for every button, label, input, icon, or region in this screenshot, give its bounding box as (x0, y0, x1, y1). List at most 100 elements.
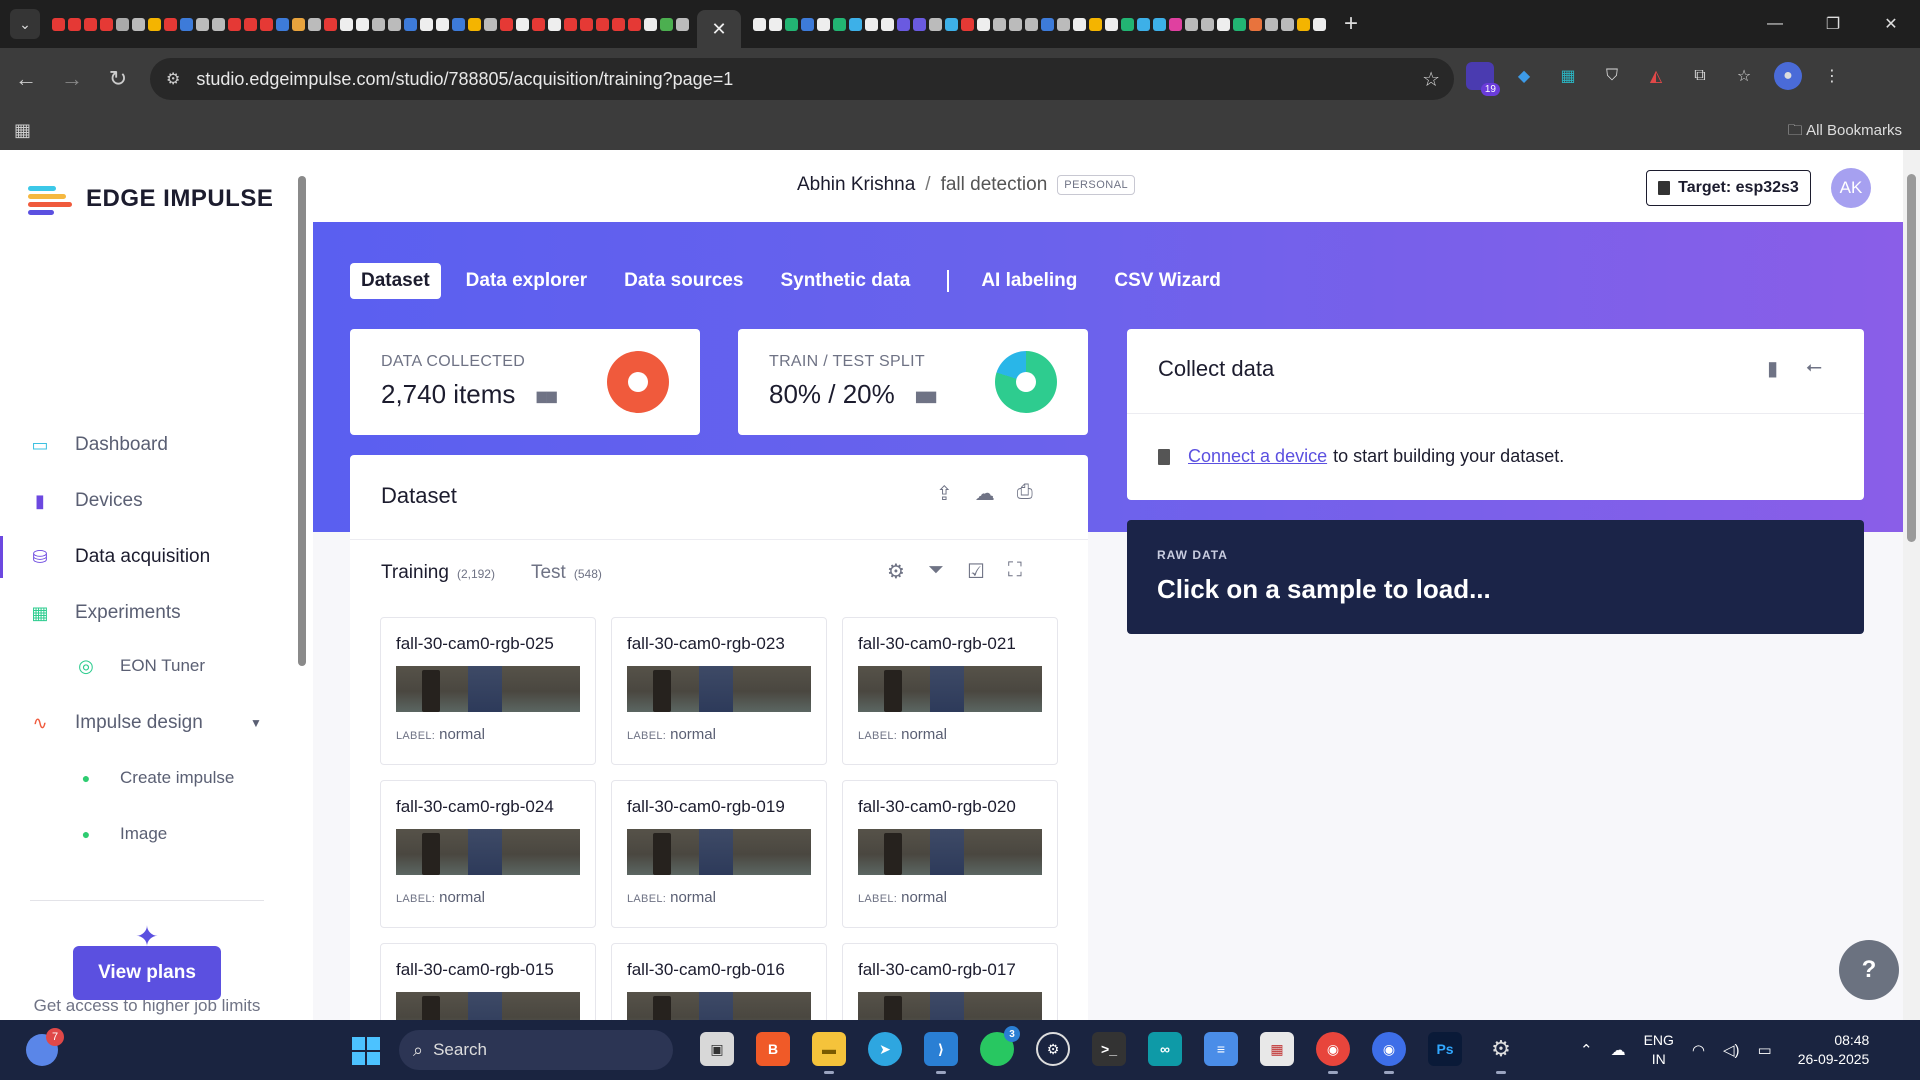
tab-favicon[interactable] (660, 17, 673, 31)
tab-data-sources[interactable]: Data sources (624, 270, 743, 292)
download-file-icon[interactable]: ⎙ (1017, 481, 1033, 506)
tab-favicon[interactable] (833, 17, 846, 31)
tab-favicon[interactable] (548, 17, 561, 31)
sidebar-item-devices[interactable]: ▮ Devices (0, 476, 290, 526)
tab-test[interactable]: Test (531, 562, 566, 584)
gem-extension-icon[interactable]: ◆ (1510, 62, 1538, 90)
tab-favicon[interactable] (340, 17, 353, 31)
all-bookmarks[interactable]: 🗀 All Bookmarks (1788, 120, 1902, 145)
tab-synthetic-data[interactable]: Synthetic data (780, 270, 910, 292)
tab-favicon[interactable] (564, 17, 577, 31)
breadcrumb-project[interactable]: fall detection (941, 174, 1048, 196)
tab-favicon[interactable] (516, 17, 529, 31)
tab-favicon[interactable] (612, 17, 625, 31)
target-device-button[interactable]: Target: esp32s3 (1646, 170, 1811, 206)
active-tab-close-button[interactable]: ✕ (697, 10, 741, 48)
bookmarks-star-icon[interactable]: ☆ (1730, 62, 1758, 90)
sample-card[interactable]: fall-30-cam0-rgb-015 (380, 943, 596, 1020)
tab-favicon[interactable] (324, 17, 337, 31)
tab-favicon[interactable] (801, 17, 814, 31)
tab-favicon[interactable] (356, 17, 369, 31)
puzzle-icon[interactable]: ⧉ (1686, 62, 1714, 90)
tab-favicon[interactable] (817, 17, 830, 31)
tab-favicon[interactable] (945, 17, 958, 31)
tab-search-icon[interactable]: ⌄ (10, 9, 40, 39)
view-settings-icon[interactable]: ⚙ (887, 559, 905, 584)
tab-favicon[interactable] (452, 17, 465, 31)
tab-favicon[interactable] (100, 17, 113, 31)
minimize-icon[interactable]: — (1746, 0, 1804, 48)
sidebar-item-impulse-design[interactable]: ∿ Impulse design ▼ (0, 698, 290, 748)
tab-training[interactable]: Training (381, 562, 449, 584)
tab-favicon[interactable] (753, 17, 766, 31)
bar-chart-icon[interactable]: ▆▆ (916, 388, 936, 403)
tab-favicon[interactable] (500, 17, 513, 31)
device-chip-icon[interactable]: ▮ (1767, 356, 1778, 381)
onedrive-icon[interactable]: ☁ (1611, 1041, 1626, 1059)
tab-ai-labeling[interactable]: AI labeling (981, 270, 1077, 292)
tab-favicon[interactable] (977, 17, 990, 31)
new-tab-button[interactable]: + (1344, 10, 1358, 38)
tab-favicon[interactable] (468, 17, 481, 31)
sidebar-scroll-thumb[interactable] (298, 176, 306, 666)
tab-favicon[interactable] (580, 17, 593, 31)
sidebar-item-eon-tuner[interactable]: ◎ EON Tuner (0, 641, 290, 691)
site-info-icon[interactable]: ⚙ (166, 69, 180, 89)
battery-icon[interactable]: ▭ (1758, 1041, 1772, 1059)
notepad-icon[interactable]: ≡ (1204, 1032, 1238, 1066)
tab-favicon[interactable] (993, 17, 1006, 31)
tab-favicon[interactable] (596, 17, 609, 31)
tab-favicon[interactable] (196, 17, 209, 31)
sidebar-item-data-acquisition[interactable]: ⛁ Data acquisition (0, 532, 290, 582)
sample-card[interactable]: fall-30-cam0-rgb-024 LABEL: normal (380, 780, 596, 928)
arduino-icon[interactable]: ∞ (1148, 1032, 1182, 1066)
url-text[interactable]: studio.edgeimpulse.com/studio/788805/acq… (196, 69, 733, 90)
cloud-upload-icon[interactable]: ☁ (975, 481, 995, 506)
close-window-icon[interactable]: ✕ (1862, 0, 1920, 48)
settings-gear-icon[interactable]: ⚙ (1484, 1032, 1518, 1074)
sidebar-scrollbar[interactable] (297, 158, 307, 1018)
file-explorer-icon[interactable]: ▬ (812, 1032, 846, 1074)
tab-data-explorer[interactable]: Data explorer (466, 270, 587, 292)
grid-extension-icon[interactable]: ▦ (1554, 62, 1582, 90)
tab-favicon[interactable] (1073, 17, 1086, 31)
app-red-icon[interactable]: ▦ (1260, 1032, 1294, 1066)
sidebar-item-create-impulse[interactable]: ● Create impulse (0, 753, 290, 803)
avatar[interactable]: AK (1831, 168, 1871, 208)
extension-icon[interactable]: 19 (1466, 62, 1500, 96)
back-icon[interactable]: ← (6, 59, 46, 99)
wifi-icon[interactable]: ◠ (1692, 1041, 1705, 1059)
red-extension-icon[interactable]: ◭ (1642, 62, 1670, 90)
tab-favicon[interactable] (1313, 17, 1326, 31)
sidebar-item-image[interactable]: ● Image (0, 809, 290, 859)
reload-icon[interactable]: ↻ (98, 59, 138, 99)
sample-card[interactable]: fall-30-cam0-rgb-019 LABEL: normal (611, 780, 827, 928)
apps-grid-icon[interactable]: ▦ (14, 120, 31, 141)
tab-favicon[interactable] (404, 17, 417, 31)
select-checkbox-icon[interactable]: ☑ (967, 559, 985, 584)
sample-card[interactable]: fall-30-cam0-rgb-016 (611, 943, 827, 1020)
chatgpt-icon[interactable]: ⚙ (1036, 1032, 1070, 1066)
tab-favicon[interactable] (260, 17, 273, 31)
tab-favicon[interactable] (436, 17, 449, 31)
restore-icon[interactable]: ❐ (1804, 0, 1862, 48)
tab-favicon[interactable] (1249, 17, 1262, 31)
tab-favicon[interactable] (1297, 17, 1310, 31)
tab-favicon[interactable] (388, 17, 401, 31)
expand-icon[interactable]: ⛶ (1008, 559, 1022, 584)
sample-card[interactable]: fall-30-cam0-rgb-025 LABEL: normal (380, 617, 596, 765)
chrome-icon[interactable]: ◉ (1316, 1032, 1350, 1074)
tab-favicon[interactable] (484, 17, 497, 31)
terminal-icon[interactable]: >_ (1092, 1032, 1126, 1066)
tab-favicon[interactable] (1153, 17, 1166, 31)
forward-icon[interactable]: → (52, 59, 92, 99)
tab-favicon[interactable] (164, 17, 177, 31)
tab-favicon[interactable] (148, 17, 161, 31)
tab-favicon[interactable] (276, 17, 289, 31)
bar-chart-icon[interactable]: ▆▆ (537, 388, 557, 403)
tab-favicon[interactable] (769, 17, 782, 31)
sidebar-item-experiments[interactable]: ▦ Experiments (0, 588, 290, 638)
breadcrumb-user[interactable]: Abhin Krishna (797, 174, 915, 196)
tab-favicon[interactable] (212, 17, 225, 31)
whatsapp-icon[interactable]: 3 (980, 1026, 1020, 1066)
